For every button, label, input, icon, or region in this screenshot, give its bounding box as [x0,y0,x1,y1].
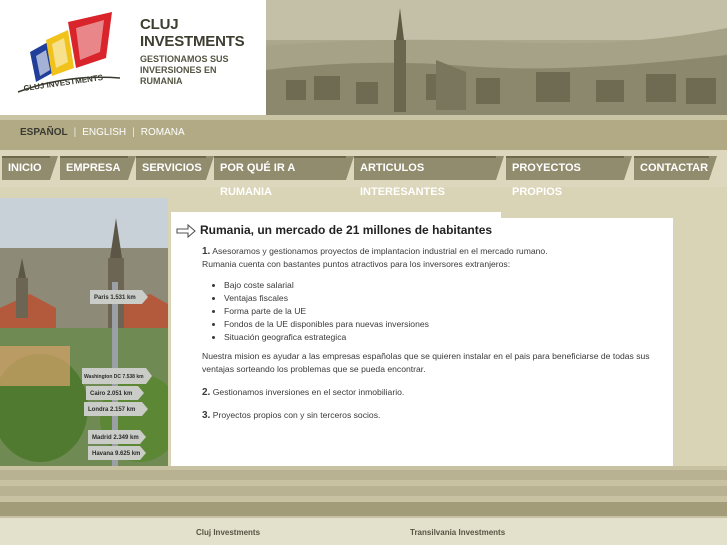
cluj-signpost-image: Paris 1.531 km Washington DC 7.538 km Ca… [0,198,168,466]
footer-transilvania-title: Transilvania Investments [410,528,506,537]
brand-title-line2: INVESTMENTS [140,33,245,50]
nav-proyectos-propios[interactable]: PROYECTOS PROPIOS [506,156,632,198]
lang-separator: | [73,127,77,138]
lang-espanol[interactable]: ESPAÑOL [20,127,68,138]
language-switcher: ESPAÑOL | ENGLISH | ROMANA [20,127,185,138]
brand-tagline: GESTIONAMOS SUS INVERSIONES EN RUMANIA [140,54,229,86]
logo-area[interactable]: CLUJ INVESTMENTS CLUJ INVESTMENTS GESTIO… [0,0,266,115]
mission-text: Nuestra mision es ayudar a las empresas … [202,351,650,374]
paragraph-1: Asesoramos y gestionamos proyectos de im… [212,246,548,256]
brand-title-line1: CLUJ [140,16,179,33]
lang-english[interactable]: ENGLISH [82,127,126,138]
nav-empresa[interactable]: EMPRESA [60,156,136,180]
band [0,486,727,496]
nav-articulos-label: ARTICULOS INTERESANTES [360,162,445,198]
advantages-list: Bajo coste salarial Ventajas fiscales Fo… [202,279,662,344]
arrow-right-icon [176,223,196,238]
list-item: Situación geografica estrategica [224,331,662,344]
band [0,502,727,516]
nav-articulos-interesantes[interactable]: ARTICULOS INTERESANTES [354,156,504,198]
item-number: 2. [202,387,211,398]
paragraph-1b: Rumania cuenta con bastantes puntos atra… [202,259,511,269]
page-title: Rumania, un mercado de 21 millones de ha… [176,223,492,238]
sign-madrid: Madrid 2.349 km [92,435,139,441]
logo-icon[interactable]: CLUJ INVESTMENTS [16,12,128,100]
sign-havana: Havana 9.625 km [92,451,140,457]
content-body: 1. Asesoramos y gestionamos proyectos de… [202,245,662,422]
brand-block: CLUJ INVESTMENTS GESTIONAMOS SUS INVERSI… [140,16,260,87]
header: CLUJ INVESTMENTS CLUJ INVESTMENTS GESTIO… [0,0,727,115]
lang-romana[interactable]: ROMANA [141,127,185,138]
sign-cairo: Cairo 2.051 km [90,391,132,397]
sign-londra: Londra 2.157 km [88,407,135,413]
nav-inicio[interactable]: INICIO [2,156,58,180]
footer-cluj-title: Cluj Investments [196,528,261,537]
item-number: 3. [202,410,211,421]
nav-empresa-label: EMPRESA [66,162,121,174]
list-item: Bajo coste salarial [224,279,662,292]
item-number: 1. [202,246,211,257]
nav-contactar[interactable]: CONTACTAR [634,156,717,180]
nav-inicio-label: INICIO [8,162,42,174]
nav-por-que-ir-a-rumania[interactable]: POR QUÉ IR A RUMANIA [214,156,354,198]
list-item: Fondos de la UE disponibles para nuevas … [224,318,662,331]
list-item: Forma parte de la UE [224,305,662,318]
nav-servicios[interactable]: SERVICIOS [136,156,214,180]
paragraph-2: Gestionamos inversiones en el sector inm… [212,387,405,397]
band [0,470,727,480]
lang-separator: | [132,127,135,138]
nav-contactar-label: CONTACTAR [640,162,709,174]
list-item: Ventajas fiscales [224,292,662,305]
sign-washington: Washington DC 7.538 km [84,374,144,380]
sign-paris: Paris 1.531 km [94,295,136,301]
nav-servicios-label: SERVICIOS [142,162,202,174]
page-title-text: Rumania, un mercado de 21 millones de ha… [200,223,493,237]
footer [0,518,727,545]
city-panorama-image [266,0,727,115]
paragraph-3: Proyectos propios con y sin terceros soc… [212,410,381,420]
